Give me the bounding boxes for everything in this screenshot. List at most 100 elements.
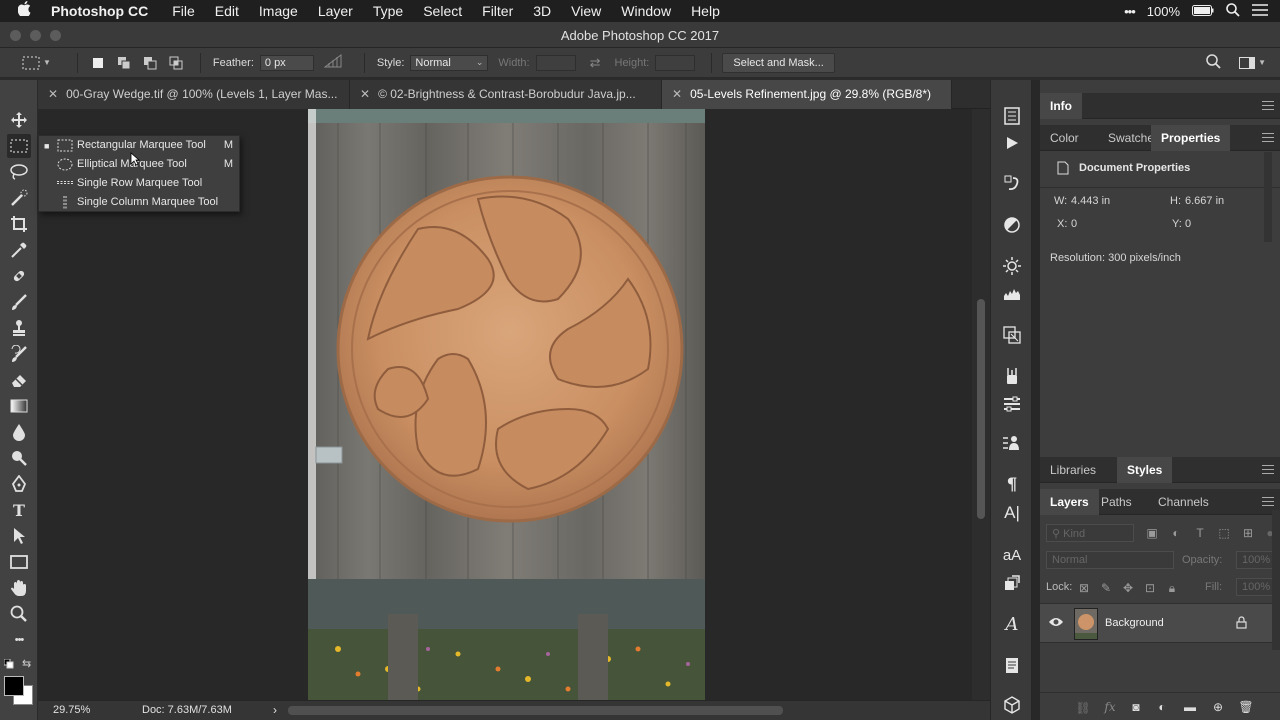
tool-presets-icon[interactable] xyxy=(1001,365,1023,387)
more-tools-icon[interactable]: ••• xyxy=(7,628,31,652)
search-icon[interactable] xyxy=(1206,53,1221,72)
anti-alias-icon[interactable] xyxy=(323,54,342,71)
history-panel-icon[interactable] xyxy=(1001,105,1023,127)
style-select[interactable]: Normal ⌄ xyxy=(410,54,489,71)
document-image[interactable] xyxy=(308,109,705,700)
delete-layer-trash-icon[interactable]: 🗑︎ xyxy=(1238,699,1254,715)
select-and-mask-button[interactable]: Select and Mask... xyxy=(722,52,835,73)
character-icon[interactable]: A| xyxy=(1001,502,1023,524)
tab-layers[interactable]: Layers xyxy=(1040,489,1099,515)
foreground-color-swatch[interactable] xyxy=(4,676,24,696)
new-adjustment-layer-icon[interactable]: ◐ xyxy=(1154,699,1170,715)
tab-brightness-contrast[interactable]: ✕ © 02-Brightness & Contrast-Borobudur Ja… xyxy=(350,80,662,109)
zoom-tool-icon[interactable] xyxy=(7,602,31,626)
battery-icon[interactable] xyxy=(1192,4,1214,19)
blend-mode-select[interactable]: Normal xyxy=(1046,551,1174,569)
quick-selection-tool-icon[interactable] xyxy=(7,186,31,210)
menu-file[interactable]: File xyxy=(162,0,205,22)
close-tab-icon[interactable]: ✕ xyxy=(48,87,58,101)
brush-tool-icon[interactable] xyxy=(7,290,31,314)
layer-filter-kind-select[interactable]: ⚲ Kind xyxy=(1046,524,1134,542)
eraser-tool-icon[interactable] xyxy=(7,368,31,392)
subtract-from-selection-icon[interactable] xyxy=(142,55,158,71)
lock-pixels-icon[interactable]: ✎ xyxy=(1098,580,1114,596)
workspace-icon[interactable]: ▼ xyxy=(1239,56,1266,69)
brightness-icon[interactable] xyxy=(1001,255,1023,277)
menu-layer[interactable]: Layer xyxy=(308,0,363,22)
rectangular-marquee-tool-icon[interactable] xyxy=(7,134,31,158)
panel-menu-icon[interactable] xyxy=(1262,497,1274,506)
flyout-single-row-marquee[interactable]: Single Row Marquee Tool xyxy=(39,174,239,193)
fill-input[interactable]: 100% xyxy=(1236,578,1276,596)
panel-menu-icon[interactable] xyxy=(1262,465,1274,474)
lock-position-icon[interactable]: ✥ xyxy=(1120,580,1136,596)
eye-visibility-icon[interactable] xyxy=(1048,616,1064,631)
swap-icon[interactable]: ⇄ xyxy=(590,55,601,71)
app-name[interactable]: Photoshop CC xyxy=(39,0,162,22)
filter-smart-object-icon[interactable]: ⊞ xyxy=(1240,525,1256,541)
glyphs-icon[interactable]: aA xyxy=(1001,544,1023,566)
add-to-selection-icon[interactable] xyxy=(116,55,132,71)
gradient-tool-icon[interactable] xyxy=(7,394,31,418)
notes-icon[interactable] xyxy=(1001,654,1023,676)
status-menu-chevron-icon[interactable]: › xyxy=(273,703,277,717)
apple-icon[interactable] xyxy=(0,0,39,22)
paragraph-styles-icon[interactable] xyxy=(1001,572,1023,594)
tab-paths[interactable]: Paths xyxy=(1091,489,1142,515)
panel-menu-icon[interactable] xyxy=(1262,133,1274,142)
lock-transparent-icon[interactable]: ⊠ xyxy=(1076,580,1092,596)
clone-source-icon[interactable] xyxy=(1001,324,1023,346)
feather-input[interactable]: 0 px xyxy=(259,54,314,71)
tab-channels[interactable]: Channels xyxy=(1148,489,1219,515)
paragraph-icon[interactable]: ¶ xyxy=(1001,474,1023,496)
new-selection-icon[interactable] xyxy=(90,55,106,71)
menu-3d[interactable]: 3D xyxy=(523,0,561,22)
height-input[interactable] xyxy=(655,54,696,71)
brush-settings-icon[interactable] xyxy=(1001,172,1023,194)
vertical-scrollbar[interactable] xyxy=(972,109,990,700)
type-styles-icon[interactable]: A xyxy=(1001,613,1023,635)
menu-window[interactable]: Window xyxy=(611,0,681,22)
menu-filter[interactable]: Filter xyxy=(472,0,523,22)
menu-edit[interactable]: Edit xyxy=(205,0,249,22)
lock-all-icon[interactable]: 🔒︎ xyxy=(1164,580,1180,596)
eyedropper-tool-icon[interactable] xyxy=(7,238,31,262)
layer-row-background[interactable]: Background xyxy=(1040,603,1272,643)
properties-scrollbar[interactable] xyxy=(1264,152,1272,242)
default-colors-icon[interactable] xyxy=(3,658,14,672)
history-brush-tool-icon[interactable] xyxy=(7,342,31,366)
flyout-single-column-marquee[interactable]: Single Column Marquee Tool xyxy=(39,193,239,212)
3d-cube-icon[interactable] xyxy=(1001,694,1023,716)
filter-adjustment-icon[interactable]: ◐ xyxy=(1168,525,1184,541)
horizontal-scrollbar[interactable] xyxy=(288,706,783,715)
menu-select[interactable]: Select xyxy=(413,0,472,22)
h-value[interactable]: 6.667 in xyxy=(1185,195,1224,207)
tab-gray-wedge[interactable]: ✕ 00-Gray Wedge.tif @ 100% (Levels 1, Lay… xyxy=(38,80,350,109)
add-mask-icon[interactable]: ◙ xyxy=(1128,699,1144,715)
zoom-level[interactable]: 29.75% xyxy=(53,704,90,716)
layers-scrollbar[interactable] xyxy=(1272,510,1280,650)
y-value[interactable]: 0 xyxy=(1185,218,1191,230)
more-dots-icon[interactable]: ••• xyxy=(1124,4,1136,19)
tab-info[interactable]: Info xyxy=(1040,93,1082,119)
character-styles-icon[interactable] xyxy=(1001,432,1023,454)
paths-arrange-icon[interactable] xyxy=(1001,393,1023,415)
tab-libraries[interactable]: Libraries xyxy=(1040,457,1106,483)
width-input[interactable] xyxy=(535,54,576,71)
close-tab-icon[interactable]: ✕ xyxy=(672,87,682,101)
menu-type[interactable]: Type xyxy=(363,0,413,22)
levels-icon[interactable] xyxy=(1001,283,1023,305)
link-layers-icon[interactable]: ⛓ xyxy=(1075,700,1091,716)
pen-tool-icon[interactable] xyxy=(7,472,31,496)
blur-tool-icon[interactable] xyxy=(7,420,31,444)
crop-tool-icon[interactable] xyxy=(7,212,31,236)
search-icon[interactable] xyxy=(1226,2,1240,20)
rectangle-tool-icon[interactable] xyxy=(7,550,31,574)
adjustments-icon[interactable] xyxy=(1001,214,1023,236)
tab-levels-refinement[interactable]: ✕ 05-Levels Refinement.jpg @ 29.8% (RGB/8… xyxy=(662,80,952,109)
menu-image[interactable]: Image xyxy=(249,0,308,22)
panel-menu-icon[interactable] xyxy=(1262,101,1274,110)
fx-icon[interactable]: fx xyxy=(1102,699,1118,715)
actions-play-icon[interactable] xyxy=(1001,132,1023,154)
filter-type-icon[interactable]: T xyxy=(1192,525,1208,541)
